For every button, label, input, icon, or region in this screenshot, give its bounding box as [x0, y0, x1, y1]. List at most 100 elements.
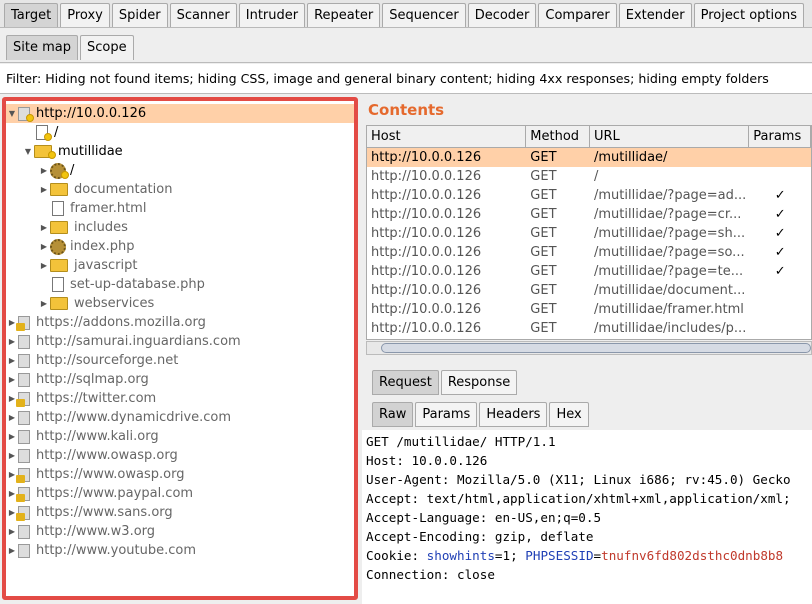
tab-repeater[interactable]: Repeater — [307, 3, 381, 27]
cell-method: GET — [530, 207, 557, 222]
tree-node[interactable]: ▶ https://www.paypal.com — [6, 484, 193, 503]
table-row[interactable]: http://10.0.0.126 GET / — [367, 167, 811, 186]
cell-host: http://10.0.0.126 — [371, 245, 482, 260]
tree-node[interactable]: ▶ http://sourceforge.net — [6, 351, 178, 370]
tree-node[interactable]: ▶ https://addons.mozilla.org — [6, 313, 206, 332]
tree-node[interactable]: ▶ webservices — [6, 294, 154, 313]
table-body: http://10.0.0.126 GET/mutillidae/http://1… — [367, 148, 811, 338]
expand-open-icon[interactable]: ▼ — [22, 142, 34, 161]
expand-closed-icon[interactable]: ▶ — [6, 408, 18, 427]
expand-closed-icon[interactable]: ▶ — [6, 332, 18, 351]
tree-node[interactable]: ▶ http://samurai.inguardians.com — [6, 332, 241, 351]
tree-node[interactable]: ▶ https://www.owasp.org — [6, 465, 184, 484]
table-row[interactable]: http://10.0.0.126 GET/mutillidae/?page=sh… — [367, 224, 811, 243]
tree-node[interactable]: ▶ http://www.kali.org — [6, 427, 159, 446]
horizontal-scrollbar[interactable] — [366, 341, 812, 355]
expand-closed-icon[interactable]: ▶ — [6, 522, 18, 541]
table-row[interactable]: http://10.0.0.126 GET/mutillidae/ — [367, 148, 811, 167]
cell-host: http://10.0.0.126 — [371, 150, 482, 165]
expand-closed-icon[interactable]: ▶ — [38, 294, 50, 313]
page-icon — [52, 277, 64, 292]
expand-closed-icon[interactable]: ▶ — [38, 256, 50, 275]
cell-url: /mutillidae/?page=ad... — [594, 188, 747, 203]
table-row[interactable]: http://10.0.0.126 GET/mutillidae/framer.h… — [367, 300, 811, 319]
tree-node[interactable]: ▶ documentation — [6, 180, 173, 199]
tree-node[interactable]: ▶ https://twitter.com — [6, 389, 156, 408]
tree-node[interactable]: ▶ index.php — [6, 237, 134, 256]
expand-closed-icon[interactable]: ▶ — [38, 237, 50, 256]
contents-table[interactable]: Host Method URL Params http://10.0.0.126… — [366, 125, 812, 340]
tree-node[interactable]: framer.html — [6, 199, 146, 218]
cell-url: /mutillidae/framer.html — [594, 302, 744, 317]
expand-closed-icon[interactable]: ▶ — [38, 180, 50, 199]
expand-closed-icon[interactable]: ▶ — [38, 218, 50, 237]
table-row[interactable]: http://10.0.0.126 GET/mutillidae/?page=ad… — [367, 186, 811, 205]
table-row[interactable]: http://10.0.0.126 GET/mutillidae/?page=cr… — [367, 205, 811, 224]
table-row[interactable]: http://10.0.0.126 GET/mutillidae/?page=so… — [367, 243, 811, 262]
tree-node[interactable]: ▶ https://www.sans.org — [6, 503, 173, 522]
site-map-tree[interactable]: ▼ http://10.0.0.126 /▼ mutillidae ▶ / ▶ documen… — [2, 97, 358, 600]
expand-open-icon[interactable]: ▼ — [6, 104, 18, 123]
tree-node-label: http://www.owasp.org — [36, 448, 178, 463]
tab-request[interactable]: Request — [372, 370, 439, 395]
tree-node[interactable]: ▶ http://www.dynamicdrive.com — [6, 408, 231, 427]
tab-response[interactable]: Response — [440, 370, 518, 395]
tab-comparer[interactable]: Comparer — [538, 3, 617, 27]
filter-bar[interactable]: Filter: Hiding not found items; hiding C… — [0, 64, 812, 94]
column-header-method[interactable]: Method — [526, 126, 590, 147]
tab-hex[interactable]: Hex — [549, 402, 589, 427]
tab-spider[interactable]: Spider — [111, 3, 168, 27]
tree-node[interactable]: ▶ http://www.owasp.org — [6, 446, 178, 465]
tab-scope[interactable]: Scope — [79, 35, 134, 60]
request-response-tabs: Request Response — [372, 370, 519, 395]
table-row[interactable]: http://10.0.0.126 GET/mutillidae/?page=te… — [367, 262, 811, 281]
cell-params: ✓ — [774, 264, 786, 279]
scrollbar-thumb[interactable] — [381, 343, 811, 353]
tab-raw[interactable]: Raw — [372, 402, 414, 427]
tab-intruder[interactable]: Intruder — [238, 3, 306, 27]
tree-node-label: http://10.0.0.126 — [36, 106, 147, 121]
tab-project-options[interactable]: Project options — [693, 3, 805, 27]
tree-node-label: http://www.kali.org — [36, 429, 159, 444]
expand-closed-icon[interactable]: ▶ — [6, 541, 18, 560]
cell-host: http://10.0.0.126 — [371, 169, 482, 184]
tree-node[interactable]: ▼ http://10.0.0.126 — [6, 104, 354, 123]
column-header-host[interactable]: Host — [367, 126, 527, 147]
tab-site-map[interactable]: Site map — [6, 35, 78, 60]
tab-headers[interactable]: Headers — [479, 402, 548, 427]
folder-icon — [50, 183, 68, 196]
expand-closed-icon[interactable]: ▶ — [6, 351, 18, 370]
tree-node[interactable]: ▶ includes — [6, 218, 128, 237]
tree-node[interactable]: ▶ http://www.youtube.com — [6, 541, 196, 560]
tab-decoder[interactable]: Decoder — [467, 3, 537, 27]
expand-closed-icon[interactable]: ▶ — [6, 446, 18, 465]
tree-node[interactable]: set-up-database.php — [6, 275, 205, 294]
expand-closed-icon[interactable]: ▶ — [38, 161, 50, 180]
tree-node[interactable]: ▶ / — [6, 161, 74, 180]
cell-host: http://10.0.0.126 — [371, 264, 482, 279]
tab-proxy[interactable]: Proxy — [60, 3, 110, 27]
tree-node[interactable]: ▶ http://www.w3.org — [6, 522, 155, 541]
tab-scanner[interactable]: Scanner — [169, 3, 237, 27]
column-header-url[interactable]: URL — [590, 126, 750, 147]
site-icon — [18, 353, 30, 368]
cell-host: http://10.0.0.126 — [371, 302, 482, 317]
expand-closed-icon[interactable]: ▶ — [6, 427, 18, 446]
table-row[interactable]: http://10.0.0.126 GET/mutillidae/document… — [367, 281, 811, 300]
cell-url: /mutillidae/?page=te... — [594, 264, 744, 279]
tree-node-label: https://twitter.com — [36, 391, 157, 406]
tree-node[interactable]: ▶ http://sqlmap.org — [6, 370, 149, 389]
cell-url: /mutillidae/ — [594, 150, 668, 165]
cell-method: GET — [530, 188, 557, 203]
tab-sequencer[interactable]: Sequencer — [382, 3, 466, 27]
tab-params[interactable]: Params — [415, 402, 478, 427]
table-row[interactable]: http://10.0.0.126 GET/mutillidae/includes… — [367, 319, 811, 338]
request-editor[interactable]: GET /mutillidae/ HTTP/1.1 Host: 10.0.0.12… — [362, 430, 812, 604]
tab-extender[interactable]: Extender — [618, 3, 692, 27]
tree-node[interactable]: / — [6, 123, 58, 142]
column-header-params[interactable]: Params — [749, 126, 811, 147]
tab-target[interactable]: Target — [4, 3, 59, 27]
expand-closed-icon[interactable]: ▶ — [6, 370, 18, 389]
tree-node[interactable]: ▼ mutillidae — [6, 142, 123, 161]
tree-node[interactable]: ▶ javascript — [6, 256, 138, 275]
